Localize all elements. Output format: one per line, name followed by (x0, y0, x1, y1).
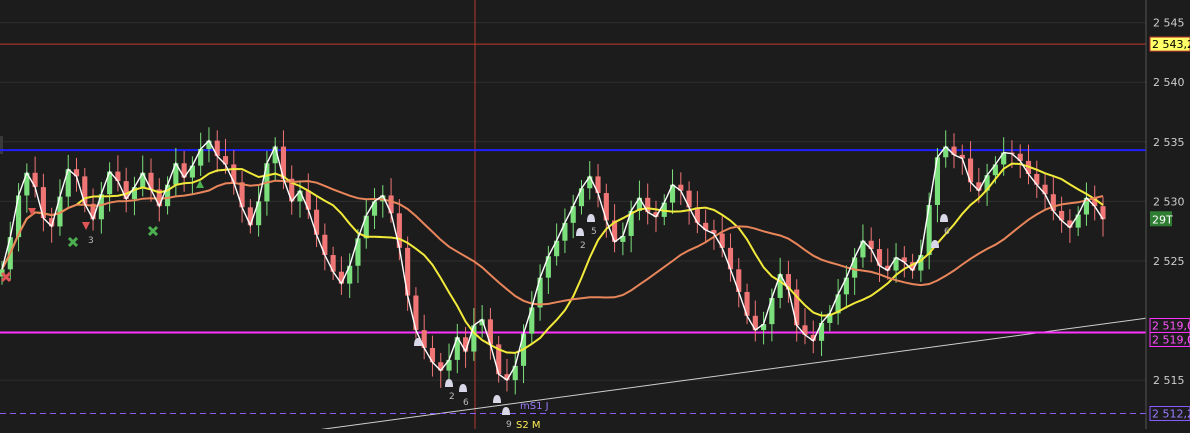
level-label: 2 543,2! (1152, 38, 1190, 51)
y-tick-label: 2 535 (1153, 136, 1185, 149)
current-price-tag: 29T (1152, 213, 1173, 226)
chart-background (0, 0, 1190, 429)
annotation-label: S2 M (516, 420, 541, 429)
y-tick-label: 2 525 (1153, 255, 1185, 268)
y-tick-label: 2 540 (1153, 76, 1185, 89)
y-tick-label: 2 545 (1153, 17, 1185, 30)
annotation-label: 2 (580, 241, 586, 251)
level-label: 2 519,0 (1152, 333, 1190, 346)
price-chart[interactable]: 32625 69mS1 JS2 M 2 5452 5402 5352 5302 5… (0, 0, 1190, 433)
left-tab (0, 136, 3, 154)
annotation-label: 6 (463, 398, 469, 408)
annotation-label: 3 (88, 236, 94, 246)
annotation-label: 2 (449, 392, 455, 402)
y-tick-label: 2 515 (1153, 374, 1185, 387)
annotation-label: 5 (591, 227, 597, 237)
level-label: 2 519,0 (1152, 319, 1190, 332)
y-tick-label: 2 530 (1153, 195, 1185, 208)
annotation-label: 9 (506, 420, 512, 429)
annotation-label: mS1 J (520, 401, 549, 412)
level-label: 2 512,2 (1152, 408, 1190, 421)
chart-root: 3 2 6 2 5 6 9 mS1 J S2 M 2 545 2 540 2 535 2 530 2 5… (0, 0, 1190, 433)
annotation-label: 6 (944, 227, 950, 237)
